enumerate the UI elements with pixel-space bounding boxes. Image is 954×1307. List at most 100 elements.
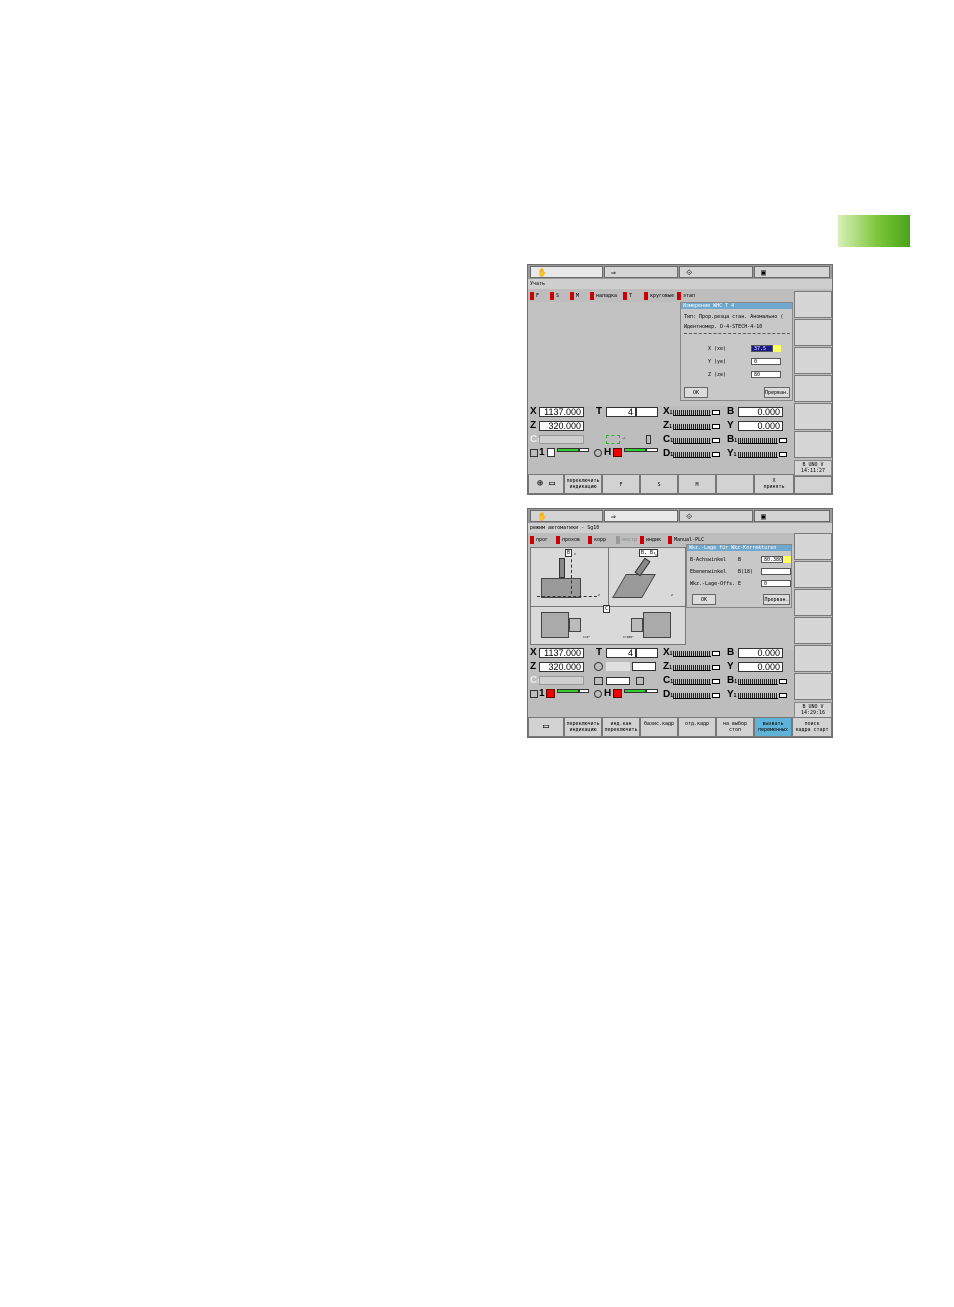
x-axis-line — [571, 554, 573, 594]
program-func-icon[interactable]: прог — [530, 536, 548, 544]
axis-bs-label: B1 — [727, 675, 738, 686]
c-load-value — [712, 438, 720, 443]
softkey-6[interactable]: на выбор стоп — [716, 717, 754, 737]
tab-program[interactable]: ⟐ — [679, 510, 753, 522]
axis-zs-label: Z1 — [663, 661, 672, 672]
tab-save[interactable]: ▣ — [754, 510, 830, 522]
x-load-gauge — [673, 410, 711, 416]
correction-icon[interactable]: корр — [588, 536, 606, 544]
cursor-marker — [773, 345, 781, 352]
softkey-4[interactable]: базис.кадр — [640, 717, 678, 737]
z-load-value — [712, 665, 720, 670]
dialog-title: Wkz.-Lage für Wkz-Korrekturen — [687, 545, 791, 551]
vertical-softkey-4[interactable] — [794, 617, 832, 644]
softkey-7[interactable]: X принять — [754, 474, 794, 494]
tab-program[interactable]: ⟐ — [679, 266, 753, 278]
softkey-1[interactable]: ⊕ ▭ — [528, 474, 564, 494]
x-load-value — [712, 410, 720, 415]
b-angle-input[interactable]: 80.380 — [761, 556, 783, 563]
spindle-icon[interactable]: S — [550, 292, 559, 300]
softkey-1[interactable]: ▭ — [528, 717, 564, 737]
y-load-gauge — [738, 452, 778, 458]
softkey-6[interactable] — [716, 474, 754, 494]
softkey-5[interactable]: отд.кадр — [678, 717, 716, 737]
cancel-button[interactable]: Прерван. — [764, 387, 790, 398]
softkey-2[interactable]: переключить индикацию — [564, 474, 602, 494]
display-icon[interactable]: индик — [640, 536, 661, 544]
tab-manual[interactable]: ✋ — [530, 510, 603, 522]
ok-button[interactable]: OK — [692, 594, 716, 605]
y-input[interactable]: 0 — [751, 358, 781, 365]
plane-angle-label: Ebenenwinkel — [690, 569, 727, 575]
vertical-softkey-4[interactable] — [794, 375, 832, 402]
arrow-program-icon: ⇒ — [611, 512, 616, 521]
part-shape-right — [631, 618, 643, 632]
cancel-button[interactable]: Прерван. — [763, 594, 790, 605]
z-input[interactable]: 80 — [751, 371, 781, 378]
spindle-number: 1 — [539, 688, 545, 699]
softkey-4[interactable]: S — [640, 474, 678, 494]
feed-bar — [624, 448, 646, 452]
offset-input[interactable]: 0 — [761, 580, 791, 587]
softkey-3[interactable]: F — [602, 474, 640, 494]
b-load-gauge — [738, 438, 778, 444]
softkey-8[interactable]: поиск кадра старт — [792, 717, 832, 737]
hand-icon: ✋ — [537, 512, 547, 521]
chuck-icon — [530, 690, 538, 698]
x-load-value — [712, 651, 720, 656]
softkey-bar: ▭ переключить индикацию инд.кан переключ… — [528, 717, 832, 737]
vertical-softkey-3[interactable] — [794, 589, 832, 616]
vertical-softkey-6[interactable] — [794, 673, 832, 700]
vertical-softkey-1[interactable] — [794, 533, 832, 560]
x-position: 1137.000 — [539, 648, 584, 658]
screenshot-1: ✋ ⇒ ⟐ ▣ Учать F S M наладка T круговые э… — [527, 264, 833, 495]
softkey-2[interactable]: переключить индикацию — [564, 717, 602, 737]
softkey-3[interactable]: инд.кан переключить — [602, 717, 640, 737]
z-position: 320.000 — [539, 421, 584, 431]
vertical-softkey-5[interactable] — [794, 645, 832, 672]
z-position: 320.000 — [539, 662, 584, 672]
mfunction-icon[interactable]: M — [570, 292, 579, 300]
chuck-icon — [530, 449, 538, 457]
tab-manual[interactable]: ✋ — [530, 266, 603, 278]
softkey-5[interactable]: M — [678, 474, 716, 494]
chuck-shape-left — [541, 612, 569, 638]
ok-button[interactable]: OK — [684, 387, 708, 398]
status-info: B_UNO_V 14:29:16 — [794, 702, 832, 718]
dialog-title: Измерение WHC Т 4 — [681, 303, 792, 309]
x-position: 1137.000 — [539, 407, 584, 417]
vertical-softkey-5[interactable] — [794, 403, 832, 430]
tab-automatic[interactable]: ⇒ — [604, 510, 678, 522]
vertical-softkey-6[interactable] — [794, 431, 832, 458]
y-position: 0.000 — [738, 662, 783, 672]
run-icon[interactable]: прохов — [556, 536, 580, 544]
tool-icon[interactable]: T — [623, 292, 632, 300]
vertical-softkey-3[interactable] — [794, 347, 832, 374]
x-input[interactable]: 37.5 — [751, 345, 773, 352]
stage-icon[interactable]: этап — [677, 292, 695, 300]
setup-icon[interactable]: наладка — [590, 292, 617, 300]
plane-angle-input[interactable] — [761, 568, 791, 575]
dialog-id-line: Идентномер. D-4-STECH-4-10 — [684, 324, 763, 330]
b-load-gauge — [738, 679, 778, 685]
manual-plc-icon[interactable]: Manual-PLC — [668, 536, 704, 544]
softkey-7[interactable]: вызвать переменных — [754, 717, 792, 737]
cursor-marker — [783, 556, 791, 563]
tab-automatic[interactable]: ⇒ — [604, 266, 678, 278]
feed-icon[interactable]: F — [530, 292, 539, 300]
tab-save[interactable]: ▣ — [754, 266, 830, 278]
time-values-box — [632, 662, 656, 671]
mode-tabs: ✋ ⇒ ⟐ ▣ — [528, 265, 832, 279]
vertical-softkey-1[interactable] — [794, 291, 832, 318]
tool-position-dialog: Wkz.-Lage für Wkz-Korrekturen B-Achswink… — [686, 544, 792, 608]
softkey-8[interactable] — [794, 476, 832, 494]
circular-icon[interactable]: круговые — [644, 292, 674, 300]
axis-cs-label: C1 — [663, 675, 674, 686]
x-axis-text-2: X — [655, 553, 657, 557]
vertical-softkey-2[interactable] — [794, 319, 832, 346]
spindle-load-bar — [557, 689, 579, 693]
vertical-softkey-2[interactable] — [794, 561, 832, 588]
c-load-value — [712, 679, 720, 684]
axis-b-label: B — [727, 647, 735, 658]
tool-func-icon[interactable]: инстр — [616, 536, 637, 544]
